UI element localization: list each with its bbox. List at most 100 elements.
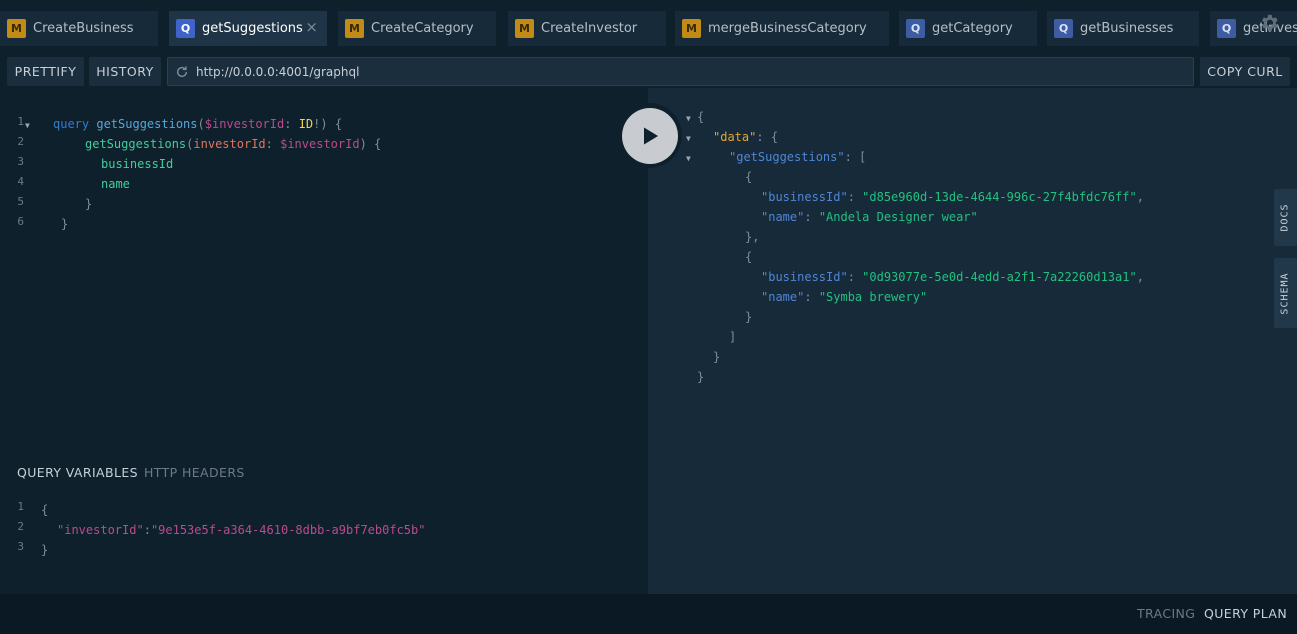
play-icon (643, 127, 658, 144)
line-number: 2 (17, 135, 24, 148)
tab-query-plan[interactable]: QUERY PLAN (1204, 606, 1287, 621)
punctuation: } (85, 197, 93, 211)
argument-name: investorId (193, 137, 266, 151)
schema-tab[interactable]: SCHEMA (1274, 258, 1297, 328)
query-line: query getSuggestions($investorId: ID!) { (53, 114, 342, 134)
line-number: 5 (17, 195, 24, 208)
variables-editor[interactable]: 1 2 3 { "investorId":"9e153e5f-a364-4610… (0, 490, 648, 594)
json-key: "name" (761, 210, 805, 224)
line-number: 2 (17, 520, 24, 533)
history-button[interactable]: HISTORY (89, 57, 161, 86)
tab-label: mergeBusinessCategory (708, 21, 867, 36)
json-brace: { (770, 130, 779, 144)
tab-bar: M CreateBusiness Q getSuggestions × M Cr… (0, 0, 1297, 50)
punctuation: : (804, 290, 819, 304)
mutation-badge: M (345, 19, 364, 38)
json-key: "businessId" (761, 270, 848, 284)
punctuation: , (1136, 270, 1144, 284)
tab-label: CreateCategory (371, 21, 474, 36)
line-number: 1 (17, 500, 24, 513)
results-pane: ▼ ▼ ▼ { "data": { "getSuggestions": [ { … (648, 88, 1297, 594)
variable-value: "9e153e5f-a364-4610-8dbb-a9bf7eb0fc5b" (150, 523, 426, 537)
fold-arrow-icon[interactable]: ▼ (686, 154, 691, 163)
json-string: "Andela Designer wear" (818, 210, 978, 224)
line-number: 4 (17, 175, 24, 188)
field-name: getSuggestions (85, 137, 187, 151)
json-brace: { (41, 503, 49, 517)
json-brace: { (745, 250, 753, 264)
tab-getcategory[interactable]: Q getCategory (899, 11, 1037, 46)
json-brace: { (697, 110, 705, 124)
variable-name: $investorId (204, 117, 285, 131)
punctuation: : (284, 117, 299, 131)
gear-icon[interactable] (1258, 12, 1280, 34)
punctuation: : (265, 137, 281, 151)
json-brace: { (745, 170, 753, 184)
json-key: "data" (713, 130, 757, 144)
docs-tab[interactable]: DOCS (1274, 189, 1297, 246)
line-number: 3 (17, 540, 24, 553)
punctuation: : (756, 130, 771, 144)
json-line: "businessId": "0d93077e-5e0d-4edd-a2f1-7… (761, 267, 1144, 287)
query-keyword: query (53, 117, 90, 131)
json-brace: } (41, 543, 49, 557)
json-line: "getSuggestions": [ (729, 147, 866, 167)
fold-arrow-icon[interactable]: ▼ (25, 121, 30, 130)
tab-createcategory[interactable]: M CreateCategory (338, 11, 496, 46)
mutation-badge: M (682, 19, 701, 38)
json-line: "name": "Andela Designer wear" (761, 207, 978, 227)
punctuation: : (844, 150, 860, 164)
tab-http-headers[interactable]: HTTP HEADERS (144, 465, 245, 480)
query-badge: Q (1217, 19, 1236, 38)
schema-tab-label: SCHEMA (1280, 271, 1291, 315)
query-editor[interactable]: 1 ▼ 2 3 4 5 6 query getSuggestions($inve… (0, 98, 648, 454)
variables-line: "investorId":"9e153e5f-a364-4610-8dbb-a9… (57, 520, 425, 540)
punctuation: : (804, 210, 819, 224)
close-icon[interactable]: × (305, 19, 318, 36)
tab-tracing[interactable]: TRACING (1137, 606, 1195, 621)
punctuation: ) { (320, 117, 343, 131)
json-bracket: [ (859, 150, 867, 164)
json-brace: } (697, 370, 705, 384)
line-number: 3 (17, 155, 24, 168)
copy-curl-button[interactable]: COPY CURL (1200, 57, 1290, 86)
json-brace: } (713, 350, 721, 364)
prettify-button[interactable]: PRETTIFY (7, 57, 84, 86)
punctuation: ) { (359, 137, 382, 151)
query-badge: Q (1054, 19, 1073, 38)
tab-createinvestor[interactable]: M CreateInvestor (508, 11, 666, 46)
line-number: 6 (17, 215, 24, 228)
tab-getsuggestions[interactable]: Q getSuggestions × (169, 11, 327, 46)
tab-label: getCategory (932, 21, 1013, 36)
punctuation: , (1136, 190, 1144, 204)
reload-icon[interactable] (175, 65, 189, 79)
json-string: "Symba brewery" (818, 290, 928, 304)
mutation-badge: M (515, 19, 534, 38)
tab-mergebusinesscategory[interactable]: M mergeBusinessCategory (675, 11, 889, 46)
json-brace: } (745, 310, 753, 324)
graphql-playground: M CreateBusiness Q getSuggestions × M Cr… (0, 0, 1297, 634)
tab-getinvestors[interactable]: Q getInves (1210, 11, 1297, 46)
punctuation: ( (197, 117, 205, 131)
json-key: "name" (761, 290, 805, 304)
json-brace: }, (745, 230, 760, 244)
field-name: businessId (101, 157, 174, 171)
tab-label: getBusinesses (1080, 21, 1174, 36)
json-string: "d85e960d-13de-4644-996c-27f4bfdc76ff" (862, 190, 1137, 204)
tab-query-variables[interactable]: QUERY VARIABLES (17, 465, 138, 480)
query-badge: Q (906, 19, 925, 38)
tab-createbusiness[interactable]: M CreateBusiness (0, 11, 158, 46)
variable-name: $investorId (280, 137, 360, 151)
line-number: 1 (17, 115, 24, 128)
fold-arrow-icon[interactable]: ▼ (686, 134, 691, 143)
json-key: "getSuggestions" (729, 150, 845, 164)
run-query-button[interactable] (617, 103, 682, 168)
endpoint-url: http://0.0.0.0:4001/graphql (196, 64, 360, 79)
fold-arrow-icon[interactable]: ▼ (686, 114, 691, 123)
json-bracket: ] (729, 330, 737, 344)
mutation-badge: M (7, 19, 26, 38)
json-line: "name": "Symba brewery" (761, 287, 927, 307)
tab-getbusinesses[interactable]: Q getBusinesses (1047, 11, 1199, 46)
endpoint-url-field[interactable]: http://0.0.0.0:4001/graphql (167, 57, 1194, 86)
punctuation: } (61, 217, 69, 231)
